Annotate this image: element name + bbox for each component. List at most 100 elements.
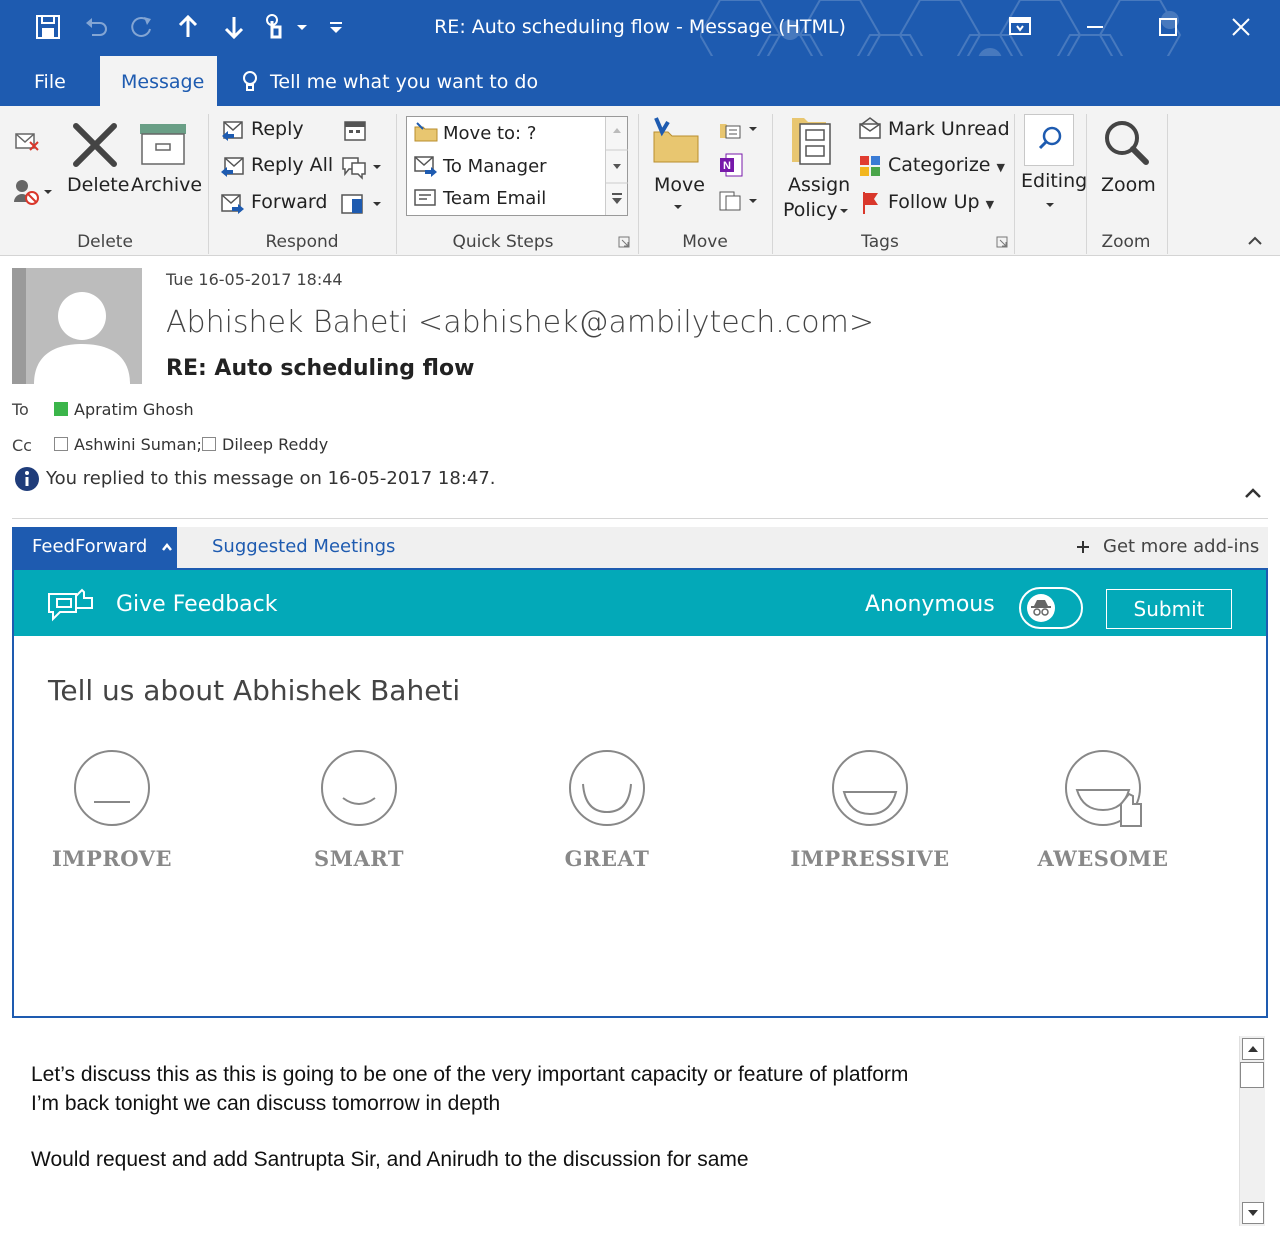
get-more-addins-link[interactable]: Get more add-ins: [1075, 527, 1259, 568]
rating-impressive[interactable]: IMPRESSIVE: [775, 748, 965, 871]
rating-great[interactable]: GREAT: [512, 748, 702, 871]
follow-up-label: Follow Up: [888, 191, 980, 213]
anonymous-toggle[interactable]: [1019, 587, 1083, 629]
incognito-icon: [1031, 600, 1051, 616]
archive-icon[interactable]: [138, 122, 190, 166]
chevron-down-icon: ▼: [985, 198, 995, 211]
to-label: To: [12, 400, 29, 419]
flag-icon: [860, 190, 882, 216]
delete-button[interactable]: Delete: [67, 174, 129, 196]
group-separator: [1086, 114, 1087, 254]
ribbon: Delete Archive Delete Reply Reply All Fo…: [0, 106, 1280, 256]
chevron-down-icon[interactable]: [838, 206, 850, 216]
slight-smile-icon: [321, 750, 397, 826]
header-divider: [12, 518, 1268, 519]
rating-label: GREAT: [564, 846, 650, 871]
assign-policy-label-1[interactable]: Assign: [788, 174, 850, 196]
message-body[interactable]: Let’s discuss this as this is going to b…: [31, 1060, 908, 1174]
lightbulb-icon: [243, 71, 257, 91]
delete-icon[interactable]: [70, 120, 120, 170]
meeting-icon[interactable]: [342, 118, 368, 144]
mark-unread-button[interactable]: Mark Unread: [888, 118, 1010, 140]
scroll-up-button[interactable]: [1242, 1038, 1264, 1060]
info-text: You replied to this message on 16-05-201…: [46, 468, 496, 489]
search-icon: [1038, 126, 1062, 150]
editing-label[interactable]: Editing: [1021, 170, 1087, 192]
rating-improve[interactable]: IMPROVE: [17, 748, 207, 871]
rating-label: IMPROVE: [51, 846, 173, 871]
move-button[interactable]: Move: [654, 174, 705, 196]
get-more-addins-label: Get more add-ins: [1103, 536, 1260, 557]
zoom-button[interactable]: Zoom: [1101, 174, 1156, 196]
rating-awesome[interactable]: AWESOME: [1008, 748, 1198, 871]
quick-steps-gallery: Move to: ? To Manager Team Email: [406, 116, 628, 216]
reply-all-icon: [220, 154, 246, 180]
dialog-launcher-icon[interactable]: [996, 236, 1008, 248]
person-icon: [12, 268, 142, 384]
ignore-icon[interactable]: [12, 126, 42, 156]
feedback-prompt: Tell us about Abhishek Baheti: [48, 674, 461, 707]
ribbon-tab-row: File Message Tell me what you want to do: [0, 56, 1280, 106]
reply-all-button[interactable]: Reply All: [251, 154, 333, 176]
scroll-down-button[interactable]: [1242, 1202, 1264, 1224]
rating-smart[interactable]: SMART: [264, 748, 454, 871]
info-bar[interactable]: You replied to this message on 16-05-201…: [14, 466, 496, 492]
categorize-button[interactable]: Categorize ▼: [888, 154, 1005, 176]
reply-button[interactable]: Reply: [251, 118, 304, 140]
tab-file[interactable]: File: [13, 56, 87, 106]
onenote-icon[interactable]: N: [716, 152, 744, 178]
zoom-group-label: Zoom: [1101, 232, 1151, 252]
editing-button[interactable]: [1024, 114, 1074, 166]
maximize-icon[interactable]: [1147, 10, 1187, 44]
assign-policy-label-2[interactable]: Policy: [783, 199, 838, 221]
rules-icon[interactable]: [716, 116, 760, 142]
toggle-knob: [1027, 594, 1055, 622]
move-icon[interactable]: [650, 116, 702, 168]
chevron-down-icon[interactable]: [1044, 200, 1056, 210]
submit-button[interactable]: Submit: [1106, 589, 1232, 629]
quick-step-move-to[interactable]: Move to: ?: [443, 123, 536, 144]
collapse-ribbon-icon[interactable]: [1246, 234, 1264, 248]
categorize-label: Categorize: [888, 154, 991, 176]
thumbs-up-face-icon: [1065, 750, 1142, 827]
info-icon: [15, 467, 39, 491]
group-separator: [638, 114, 639, 254]
avatar: [12, 268, 142, 384]
anonymous-label: Anonymous: [865, 592, 995, 617]
group-separator: [396, 114, 397, 254]
quick-step-to-manager[interactable]: To Manager: [443, 156, 547, 177]
actions-icon[interactable]: [716, 188, 760, 214]
presence-unknown-icon: [202, 437, 216, 451]
zoom-icon[interactable]: [1100, 116, 1152, 170]
recipient-cc[interactable]: Ashwini Suman;: [54, 435, 202, 454]
feedback-title: Give Feedback: [116, 592, 278, 617]
im-icon[interactable]: [340, 154, 384, 180]
forward-button[interactable]: Forward: [251, 191, 327, 213]
chevron-down-icon[interactable]: [672, 202, 684, 212]
sender[interactable]: Abhishek Baheti <abhishek@ambilytech.com…: [166, 305, 874, 340]
group-separator: [772, 114, 773, 254]
addin-tab-feedforward[interactable]: FeedForward: [12, 527, 177, 568]
quick-step-team-email[interactable]: Team Email: [443, 188, 546, 209]
recipient-to[interactable]: Apratim Ghosh: [54, 400, 194, 419]
ribbon-display-options-icon[interactable]: [1000, 10, 1040, 44]
follow-up-button[interactable]: Follow Up ▼: [888, 191, 994, 213]
message-date: Tue 16-05-2017 18:44: [166, 270, 343, 289]
quick-steps-scrollbar[interactable]: [605, 117, 628, 215]
assign-policy-icon[interactable]: [790, 114, 836, 168]
dialog-launcher-icon[interactable]: [618, 236, 630, 248]
feedback-icon: [46, 588, 96, 624]
close-icon[interactable]: [1221, 10, 1261, 44]
junk-icon[interactable]: [12, 176, 56, 206]
minimize-icon[interactable]: [1075, 10, 1115, 44]
message-subject: RE: Auto scheduling flow: [166, 356, 475, 381]
addin-tab-suggested-meetings[interactable]: Suggested Meetings: [212, 527, 395, 568]
tell-me-text: Tell me what you want to do: [270, 71, 539, 93]
more-respond-icon[interactable]: [340, 191, 384, 217]
tab-message[interactable]: Message: [100, 56, 217, 106]
archive-button[interactable]: Archive: [131, 174, 202, 196]
tell-me-search[interactable]: Tell me what you want to do: [240, 56, 538, 106]
collapse-header-icon[interactable]: [1240, 482, 1266, 504]
scroll-thumb[interactable]: [1240, 1062, 1264, 1088]
recipient-cc[interactable]: Dileep Reddy: [202, 435, 328, 454]
